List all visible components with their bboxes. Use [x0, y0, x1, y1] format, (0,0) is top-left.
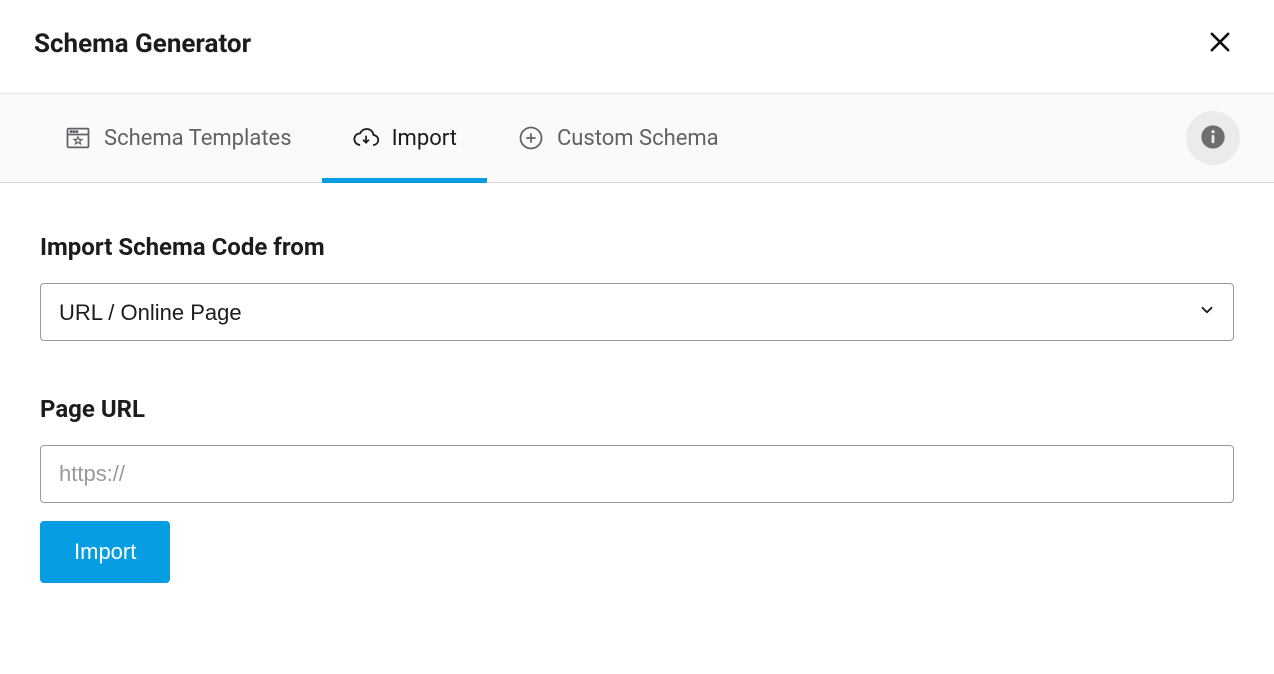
tab-label: Import — [392, 126, 457, 151]
tab-label: Custom Schema — [557, 126, 719, 151]
info-icon — [1199, 123, 1227, 154]
tab-label: Schema Templates — [104, 126, 292, 151]
tab-bar: Schema Templates Import Custom Schem — [0, 94, 1274, 183]
cloud-download-icon — [352, 124, 380, 152]
tab-custom-schema[interactable]: Custom Schema — [487, 94, 749, 182]
schema-generator-modal: Schema Generator Sc — [0, 0, 1274, 623]
tab-import[interactable]: Import — [322, 94, 487, 182]
source-label: Import Schema Code from — [40, 233, 1234, 261]
modal-header: Schema Generator — [0, 0, 1274, 94]
templates-icon — [64, 124, 92, 152]
page-url-input[interactable] — [40, 445, 1234, 503]
url-label: Page URL — [40, 395, 1234, 423]
close-button[interactable] — [1200, 22, 1240, 65]
info-button[interactable] — [1186, 111, 1240, 165]
plus-circle-icon — [517, 124, 545, 152]
source-select-wrapper: URL / Online Page — [40, 283, 1234, 341]
source-select[interactable]: URL / Online Page — [40, 283, 1234, 341]
close-icon — [1206, 28, 1234, 59]
url-input-wrapper — [40, 445, 1234, 503]
modal-title: Schema Generator — [34, 29, 251, 59]
tab-schema-templates[interactable]: Schema Templates — [34, 94, 322, 182]
import-button[interactable]: Import — [40, 521, 170, 583]
import-form: Import Schema Code from URL / Online Pag… — [0, 183, 1274, 623]
